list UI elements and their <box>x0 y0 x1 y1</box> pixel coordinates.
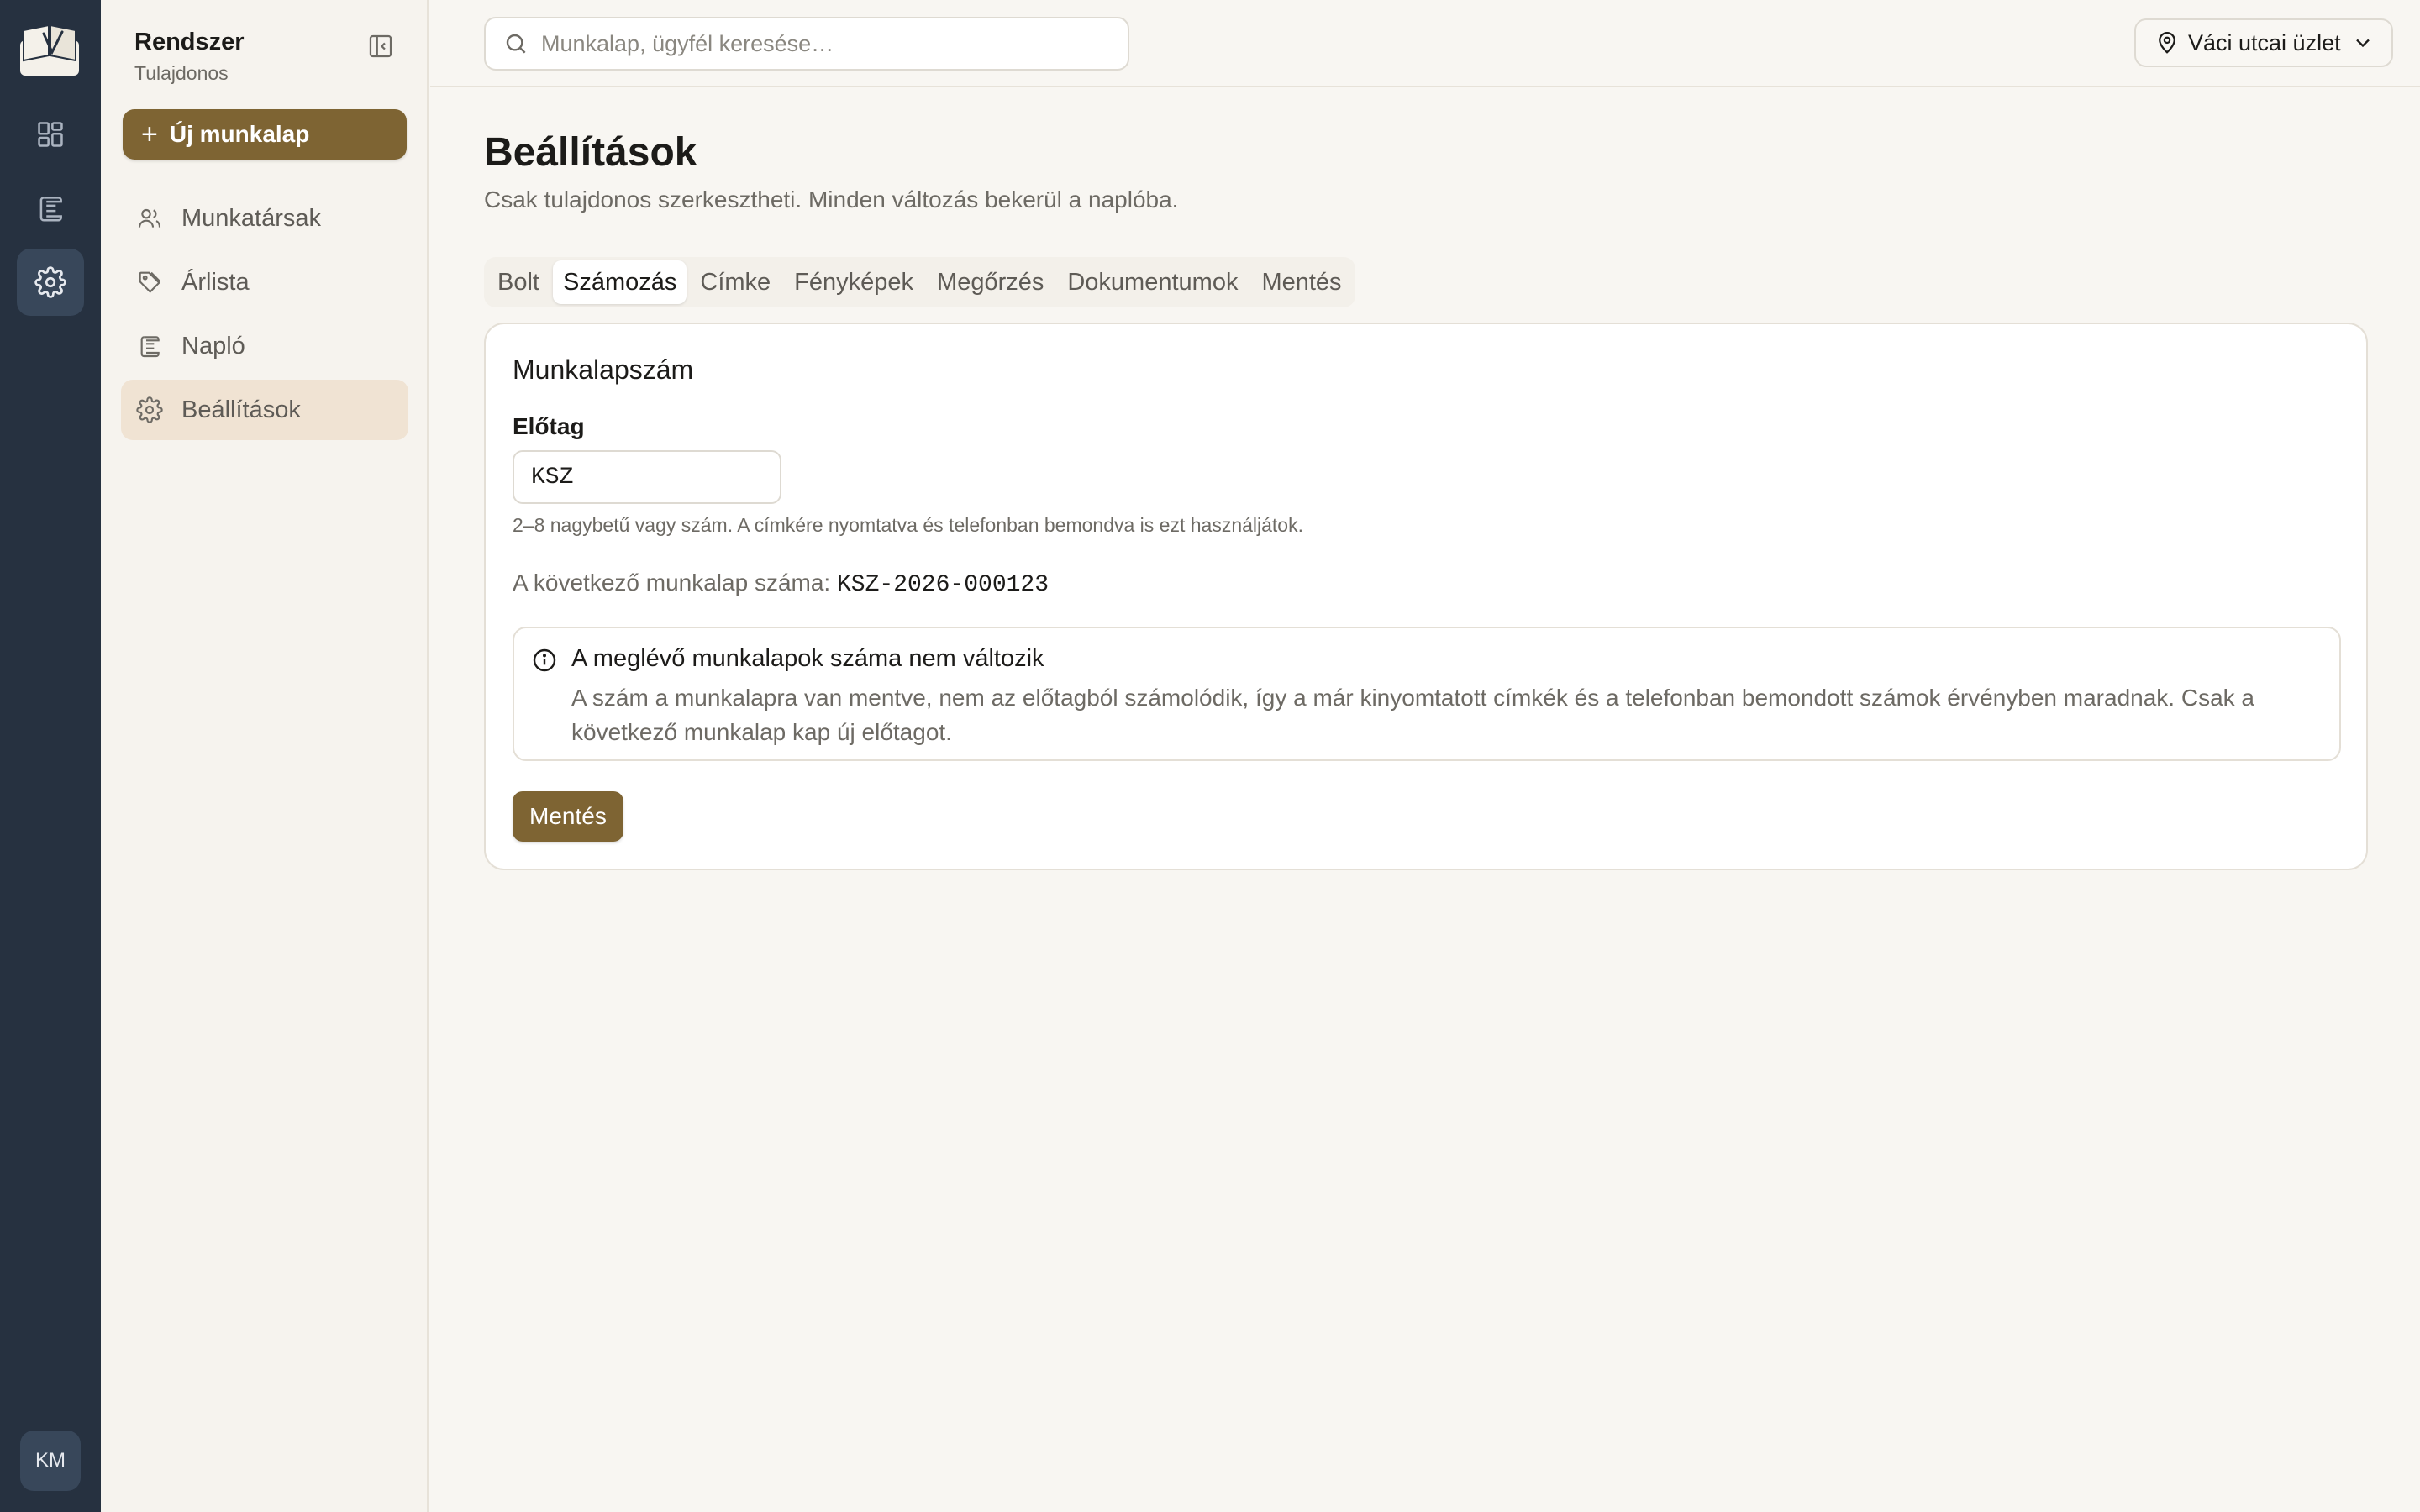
tab-szamozas[interactable]: Számozás <box>552 260 687 304</box>
tags-icon <box>139 271 161 293</box>
tab-cimke[interactable]: Címke <box>690 260 781 304</box>
page-subtitle: Csak tulajdonos szerkesztheti. Minden vá… <box>484 186 1179 213</box>
top-bar: Váci utcai üzlet <box>430 0 2420 87</box>
search-box[interactable] <box>484 17 1129 71</box>
search-icon <box>506 34 526 54</box>
plus-icon: + <box>141 118 158 150</box>
log-scroll-icon <box>39 197 62 222</box>
new-worksheet-button[interactable]: + Új munkalap <box>123 109 407 160</box>
next-number-value: KSZ-2026-000123 <box>836 572 1050 598</box>
gear-icon <box>34 266 66 298</box>
save-button[interactable]: Mentés <box>513 791 623 842</box>
page-title: Beállítások <box>484 130 697 175</box>
alert-body: A szám a munkalapra van mentve, nem az e… <box>571 685 2254 745</box>
tab-megorzes[interactable]: Megőrzés <box>927 260 1054 304</box>
rail-settings-button[interactable] <box>17 249 84 316</box>
sidebar-item-label: Munkatársak <box>182 204 322 232</box>
prefix-helper-text: 2–8 nagybetű vagy szám. A címkére nyomta… <box>513 514 1303 536</box>
tab-bolt[interactable]: Bolt <box>487 260 550 304</box>
prefix-input[interactable] <box>513 450 781 504</box>
collapse-sidebar-button[interactable] <box>366 32 395 60</box>
search-input[interactable] <box>541 30 1113 57</box>
next-number-line: A következő munkalap száma: KSZ-2026-000… <box>513 570 1049 598</box>
info-alert: A meglévő munkalapok száma nem változik … <box>513 627 2341 761</box>
dashboard-icon <box>38 122 63 147</box>
sidebar-item-naplo[interactable]: Napló <box>121 316 408 376</box>
sidebar-item-munkatarsak[interactable]: Munkatársak <box>121 188 408 249</box>
card-title: Munkalapszám <box>513 354 694 385</box>
chevron-down-icon <box>2355 39 2370 48</box>
store-selector[interactable]: Váci utcai üzlet <box>2134 18 2393 67</box>
org-role: Tulajdonos <box>134 62 229 84</box>
tab-dokumentumok[interactable]: Dokumentumok <box>1057 260 1248 304</box>
tab-mentes[interactable]: Mentés <box>1251 260 1351 304</box>
sidebar-item-beallitasok[interactable]: Beállítások <box>121 380 408 440</box>
info-icon <box>533 648 556 672</box>
numbering-card: Munkalapszám Előtag 2–8 nagybetű vagy sz… <box>484 323 2368 870</box>
rail-log-button[interactable] <box>17 175 84 242</box>
store-name: Váci utcai üzlet <box>2188 29 2341 55</box>
gear-icon <box>136 396 163 423</box>
settings-tabs: Bolt Számozás Címke Fényképek Megőrzés D… <box>484 257 1355 307</box>
sidebar-item-label: Árlista <box>182 268 250 296</box>
next-number-label: A következő munkalap száma: <box>513 570 831 596</box>
sidebar-collapse-icon <box>369 34 392 58</box>
alert-title: A meglévő munkalapok száma nem változik <box>571 645 1044 672</box>
sidebar-item-label: Napló <box>182 332 245 360</box>
log-scroll-icon <box>140 336 160 358</box>
avatar[interactable]: KM <box>20 1431 81 1491</box>
new-worksheet-label: Új munkalap <box>169 121 310 147</box>
app-logo-icon[interactable] <box>18 22 81 77</box>
map-pin-icon <box>2159 32 2175 54</box>
rail-dashboard-button[interactable] <box>17 101 84 168</box>
users-icon <box>138 208 161 228</box>
sidebar-item-label: Beállítások <box>182 396 301 423</box>
tab-fenykepek[interactable]: Fényképek <box>784 260 923 304</box>
app-rail: KM <box>0 0 101 1512</box>
org-name: Rendszer <box>134 29 245 55</box>
prefix-label: Előtag <box>513 413 585 439</box>
sidebar-item-arlista[interactable]: Árlista <box>121 252 408 312</box>
sidebar: Rendszer Tulajdonos + Új munkalap Munkat… <box>101 0 429 1512</box>
